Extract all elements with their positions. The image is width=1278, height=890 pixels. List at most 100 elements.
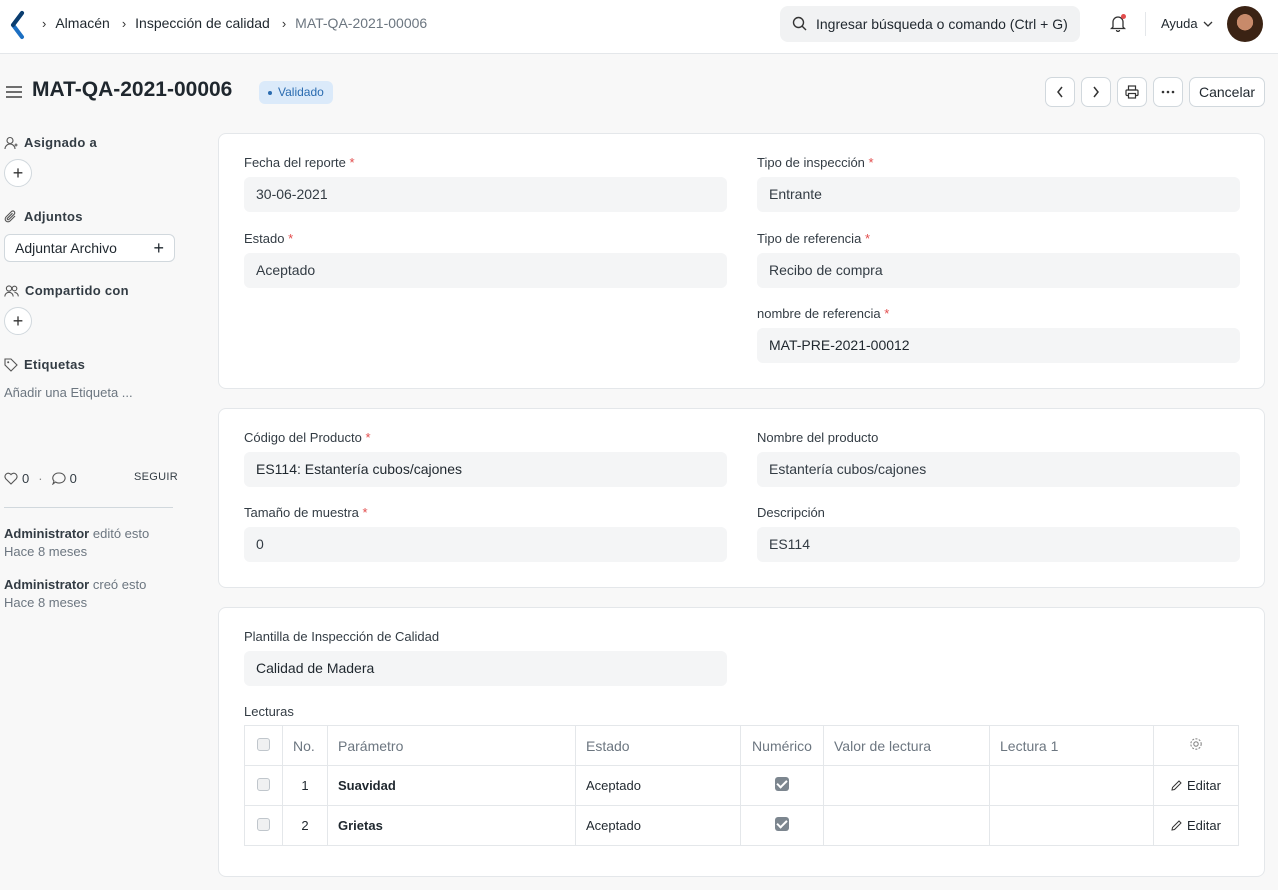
- description-field[interactable]: ES114: [757, 527, 1240, 562]
- divider: [4, 507, 173, 508]
- activity-action: editó esto: [92, 526, 150, 541]
- activity-time: Hace 8 meses: [4, 544, 88, 559]
- edit-label: Editar: [1187, 818, 1221, 833]
- follow-button[interactable]: SEGUIR: [134, 471, 178, 483]
- chevron-right-icon: [1093, 86, 1099, 98]
- tags-label: Etiquetas: [4, 357, 85, 372]
- activity-action: creó esto: [92, 577, 147, 592]
- chevron-right-icon: ›: [121, 15, 127, 31]
- help-dropdown[interactable]: Ayuda: [1161, 16, 1213, 31]
- breadcrumb-inspeccion[interactable]: Inspección de calidad: [135, 15, 270, 31]
- breadcrumb: › Almacén › Inspección de calidad › MAT-…: [42, 15, 439, 31]
- add-tag-link[interactable]: Añadir una Etiqueta ...: [4, 385, 133, 400]
- col-reading-1: Lectura 1: [989, 725, 1154, 766]
- tags-text: Etiquetas: [24, 357, 86, 372]
- plus-icon: +: [153, 237, 164, 258]
- add-assignee-button[interactable]: +: [4, 159, 32, 187]
- col-reading-value: Valor de lectura: [823, 725, 990, 766]
- shared-with-text: Compartido con: [25, 283, 129, 298]
- attachments-label: Adjuntos: [4, 209, 83, 224]
- numeric-checkbox[interactable]: [775, 817, 789, 831]
- page-head: MAT-QA-2021-00006 Validado Cancelar: [0, 70, 1278, 114]
- attach-file-button[interactable]: Adjuntar Archivo +: [4, 234, 175, 262]
- help-label: Ayuda: [1161, 16, 1198, 31]
- row-no: 2: [282, 805, 328, 846]
- item-name-label: Nombre del producto: [757, 430, 879, 445]
- inspection-type-field[interactable]: Entrante: [757, 177, 1240, 212]
- likes-comments: 0 · 0: [4, 471, 77, 486]
- plus-icon: +: [12, 310, 24, 331]
- sample-size-field[interactable]: 0: [244, 527, 727, 562]
- row-reading-value[interactable]: [823, 805, 990, 846]
- col-status: Estado: [575, 725, 741, 766]
- like-count: 0: [22, 471, 30, 486]
- page-title: MAT-QA-2021-00006: [32, 78, 233, 101]
- edit-button[interactable]: Editar: [1164, 778, 1228, 793]
- row-reading-1[interactable]: [989, 765, 1154, 806]
- row-edit-cell: Editar: [1153, 765, 1239, 806]
- cancel-button[interactable]: Cancelar: [1189, 77, 1265, 107]
- sample-size-label: Tamaño de muestra *: [244, 505, 368, 520]
- table-row[interactable]: 1 Suavidad Aceptado Editar: [244, 765, 1239, 806]
- table-row[interactable]: 2 Grietas Aceptado Editar: [244, 805, 1239, 846]
- users-icon: [4, 284, 19, 297]
- col-numeric: Numérico: [740, 725, 824, 766]
- reference-name-label: nombre de referencia *: [757, 306, 890, 321]
- template-label: Plantilla de Inspección de Calidad: [244, 629, 440, 644]
- row-edit-cell: Editar: [1153, 805, 1239, 846]
- chevron-down-icon: [1203, 21, 1213, 27]
- item-name-field[interactable]: Estantería cubos/cajones: [757, 452, 1240, 487]
- search-placeholder: Ingresar búsqueda o comando (Ctrl + G): [816, 16, 1068, 32]
- reference-type-label: Tipo de referencia *: [757, 231, 870, 246]
- activity-user[interactable]: Administrator: [4, 577, 89, 592]
- sidebar-toggle-icon[interactable]: [6, 85, 22, 99]
- row-status: Aceptado: [575, 805, 741, 846]
- readings-table: No. Parámetro Estado Numérico Valor de l…: [244, 725, 1239, 846]
- row-reading-value[interactable]: [823, 765, 990, 806]
- next-button[interactable]: [1081, 77, 1111, 107]
- gear-icon[interactable]: [1189, 737, 1203, 751]
- chevron-right-icon: ›: [281, 15, 287, 31]
- print-button[interactable]: [1117, 77, 1147, 107]
- comment-count: 0: [69, 471, 77, 486]
- item-code-field[interactable]: ES114: Estantería cubos/cajones: [244, 452, 727, 487]
- row-parameter: Grietas: [327, 805, 576, 846]
- breadcrumb-current[interactable]: MAT-QA-2021-00006: [295, 15, 427, 31]
- row-parameter: Suavidad: [327, 765, 576, 806]
- description-label: Descripción: [757, 505, 825, 520]
- notifications-button[interactable]: [1109, 14, 1127, 37]
- template-field[interactable]: Calidad de Madera: [244, 651, 727, 686]
- inspection-type-label: Tipo de inspección *: [757, 155, 874, 170]
- row-numeric-cell: [740, 805, 824, 846]
- comment-icon[interactable]: [51, 472, 66, 485]
- breadcrumb-almacen[interactable]: Almacén: [55, 15, 109, 31]
- app-logo[interactable]: [8, 10, 28, 40]
- prev-button[interactable]: [1045, 77, 1075, 107]
- row-numeric-cell: [740, 765, 824, 806]
- search-icon: [792, 16, 807, 31]
- edit-label: Editar: [1187, 778, 1221, 793]
- select-all-checkbox[interactable]: [257, 737, 270, 751]
- reference-type-field[interactable]: Recibo de compra: [757, 253, 1240, 288]
- activity-user[interactable]: Administrator: [4, 526, 89, 541]
- row-checkbox[interactable]: [257, 817, 270, 831]
- edit-button[interactable]: Editar: [1164, 818, 1228, 833]
- printer-icon: [1125, 85, 1139, 99]
- add-share-button[interactable]: +: [4, 307, 32, 335]
- attach-file-label: Adjuntar Archivo: [15, 240, 117, 256]
- row-checkbox[interactable]: [257, 777, 270, 791]
- assigned-to-text: Asignado a: [24, 135, 98, 150]
- ellipsis-icon: [1161, 90, 1175, 94]
- reference-name-field[interactable]: MAT-PRE-2021-00012: [757, 328, 1240, 363]
- numeric-checkbox[interactable]: [775, 777, 789, 791]
- heart-icon[interactable]: [4, 472, 18, 485]
- row-reading-1[interactable]: [989, 805, 1154, 846]
- more-button[interactable]: [1153, 77, 1183, 107]
- plus-icon: +: [12, 162, 24, 183]
- dot-separator: ·: [38, 471, 43, 486]
- search-bar[interactable]: Ingresar búsqueda o comando (Ctrl + G): [780, 6, 1080, 42]
- divider: [1145, 12, 1146, 36]
- avatar[interactable]: [1227, 6, 1263, 42]
- status-field[interactable]: Aceptado: [244, 253, 727, 288]
- report-date-field[interactable]: 30-06-2021: [244, 177, 727, 212]
